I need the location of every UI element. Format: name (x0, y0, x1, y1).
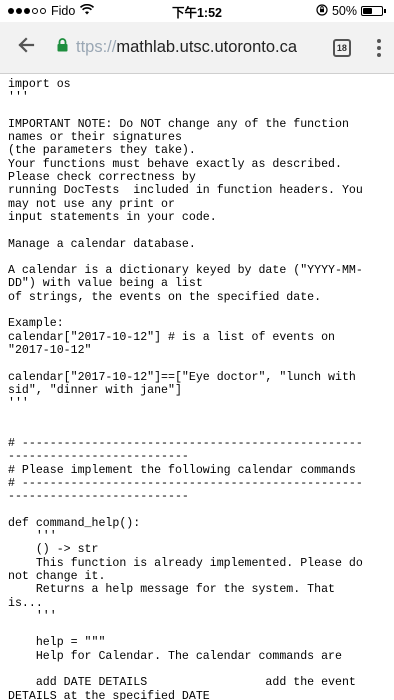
code-line: # --------------------------------------… (8, 437, 363, 451)
orientation-lock-icon (316, 3, 328, 19)
code-line: This function is already implemented. Pl… (8, 556, 363, 570)
code-line: # Please implement the following calenda… (8, 463, 356, 477)
code-line: Example: (8, 317, 64, 331)
back-button[interactable] (4, 26, 47, 70)
signal-strength-icon (8, 8, 46, 14)
code-line: ''' (8, 530, 57, 544)
code-line: -------------------------- (8, 490, 189, 504)
code-line: Returns a help message for the system. T… (8, 583, 335, 597)
code-line: ''' (8, 91, 29, 105)
page-content: import os ''' IMPORTANT NOTE: Do NOT chan… (8, 78, 388, 700)
code-line: is... (8, 596, 43, 610)
url-host: mathlab.utsc.utoronto.ca (116, 38, 298, 56)
url-text: ttps://mathlab.utsc.utoronto.ca (76, 38, 297, 57)
code-line: input statements in your code. (8, 210, 217, 224)
code-line: running DocTests included in function he… (8, 184, 363, 198)
code-line: ''' (8, 609, 57, 623)
code-line: calendar["2017-10-12"] # is a list of ev… (8, 330, 335, 344)
code-line: () -> str (8, 543, 99, 557)
code-line: not change it. (8, 569, 106, 583)
browser-toolbar: ttps://mathlab.utsc.utoronto.ca 18 (0, 22, 394, 74)
code-line: def command_help(): (8, 516, 141, 530)
wifi-icon (80, 3, 95, 18)
url-scheme: ttps:// (76, 38, 117, 56)
battery-icon (361, 6, 383, 16)
code-line: DETAILS at the specified DATE (8, 689, 210, 700)
code-line: import os (8, 78, 71, 91)
code-line: names or their signatures (8, 131, 182, 145)
code-line: help = """ (8, 636, 106, 650)
code-line: (the parameters they take). (8, 144, 196, 158)
code-line: may not use any print or (8, 197, 175, 211)
code-line: A calendar is a dictionary keyed by date… (8, 264, 363, 278)
battery-level (363, 8, 372, 14)
code-line: # --------------------------------------… (8, 476, 363, 490)
code-block: import os ''' IMPORTANT NOTE: Do NOT chan… (8, 78, 388, 700)
code-line: of strings, the events on the specified … (8, 290, 322, 304)
battery-tip (384, 9, 386, 13)
status-left: Fido (8, 3, 95, 18)
code-line: sid", "dinner with jane"] (8, 383, 182, 397)
code-line: ''' (8, 397, 29, 411)
arrow-left-icon (17, 36, 35, 59)
lock-icon (57, 38, 68, 57)
tab-switcher-button[interactable]: 18 (333, 38, 351, 57)
code-line: Your functions must behave exactly as de… (8, 157, 342, 171)
code-line: Help for Calendar. The calendar commands… (8, 649, 342, 663)
status-bar: Fido 下午1:52 50% (0, 0, 394, 22)
address-bar[interactable]: ttps://mathlab.utsc.utoronto.ca (57, 38, 313, 57)
status-right: 50% (316, 3, 386, 19)
code-line: calendar["2017-10-12"]==["Eye doctor", "… (8, 370, 356, 384)
code-line: "2017-10-12" (8, 343, 92, 357)
code-line: -------------------------- (8, 450, 189, 464)
tab-count: 18 (336, 42, 347, 53)
code-line: DD") with value being a list (8, 277, 203, 291)
more-vert-icon[interactable] (365, 28, 394, 68)
battery-percent: 50% (331, 4, 357, 18)
code-line: add DATE DETAILS add the event (8, 676, 356, 690)
code-line: IMPORTANT NOTE: Do NOT change any of the… (8, 117, 349, 131)
carrier-name: Fido (51, 4, 76, 18)
code-line: Manage a calendar database. (8, 237, 196, 251)
code-line: Please check correctness by (8, 171, 196, 185)
